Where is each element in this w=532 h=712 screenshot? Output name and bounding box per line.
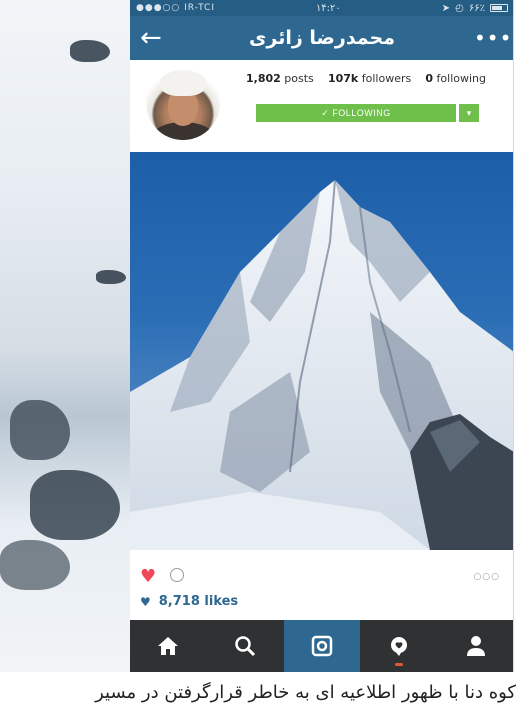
avatar[interactable]: [146, 66, 220, 140]
status-bar: ●●●○○ IR-TCI ۱۴:۲۰ ➤ ◴ ۶۶٪: [130, 0, 513, 16]
tab-profile[interactable]: [437, 620, 513, 672]
tab-search[interactable]: [207, 620, 284, 672]
profile-icon: [466, 636, 485, 656]
followers-stat[interactable]: 107k followers: [328, 72, 411, 85]
likes-row: ♥ 8,718 likes: [140, 594, 238, 609]
battery-icon: [489, 4, 508, 12]
follow-row: ✓ FOLLOWING ▾: [256, 104, 479, 122]
back-arrow-icon[interactable]: ←: [140, 25, 170, 51]
profile-name-title: محمدرضا زائری: [248, 27, 396, 49]
carrier-label: ●●●○○ IR-TCI: [136, 3, 215, 13]
phone-screen: ●●●○○ IR-TCI ۱۴:۲۰ ➤ ◴ ۶۶٪ ← محمدرضا زائ…: [130, 0, 514, 672]
article-caption: کوه دنا با ظهور اطلاعیه ای به خاطر قرارگ…: [95, 682, 516, 703]
tab-activity[interactable]: [360, 620, 437, 672]
more-dots-icon[interactable]: •••: [474, 26, 511, 50]
follow-dropdown-button[interactable]: ▾: [459, 104, 479, 122]
status-right: ➤ ◴ ۶۶٪: [442, 3, 508, 14]
posts-stat[interactable]: 1,802 posts: [246, 72, 314, 85]
comment-icon[interactable]: [170, 568, 184, 582]
tab-bar: [130, 620, 513, 672]
following-button[interactable]: ✓ FOLLOWING: [256, 104, 456, 122]
mountain-illustration: [130, 179, 513, 550]
activity-icon: [390, 637, 407, 656]
search-icon: [235, 636, 256, 657]
post-actions: ♥ ○○○ ♥ 8,718 likes: [130, 560, 513, 616]
battery-percent: ۶۶٪: [468, 2, 485, 14]
profile-header: 1,802 posts 107k followers 0 following ✓…: [130, 60, 513, 150]
background-mountain-photo: [0, 0, 130, 672]
likes-heart-icon: ♥: [140, 594, 151, 609]
profile-stats: 1,802 posts 107k followers 0 following: [246, 72, 486, 85]
location-icon: ➤: [441, 2, 451, 14]
alarm-icon: ◴: [455, 2, 464, 14]
home-icon: [158, 637, 179, 655]
following-stat[interactable]: 0 following: [425, 72, 486, 85]
nav-bar: ← محمدرضا زائری •••: [130, 16, 513, 60]
tab-home[interactable]: [130, 620, 207, 672]
clock: ۱۴:۲۰: [315, 2, 341, 14]
camera-icon: [311, 635, 333, 657]
post-photo[interactable]: [130, 152, 513, 550]
like-heart-icon[interactable]: ♥: [140, 568, 156, 586]
post-options-icon[interactable]: ○○○: [473, 572, 500, 582]
likes-count[interactable]: 8,718 likes: [159, 594, 238, 609]
notification-indicator: [394, 663, 403, 666]
tab-camera[interactable]: [283, 620, 361, 672]
